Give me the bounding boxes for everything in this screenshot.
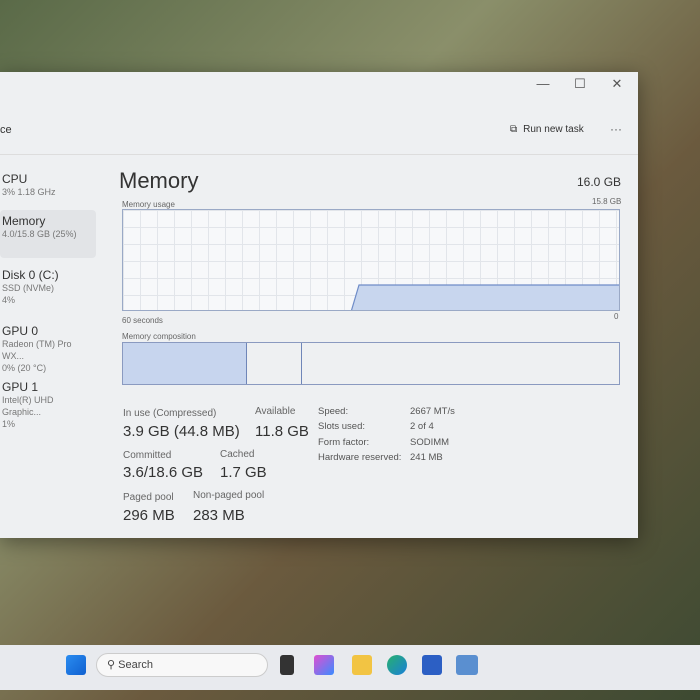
taskbar-search[interactable]: ⚲ Search [96, 653, 268, 677]
label: GPU 0 [2, 324, 39, 338]
label: CPU [2, 172, 28, 186]
paged-label: Paged pool [123, 492, 174, 503]
label: Disk 0 (C:) [2, 268, 59, 282]
time-left: 60 seconds [122, 316, 163, 325]
sub: Intel(R) UHD Graphic... [2, 395, 54, 417]
run-task-icon: ⧉ [510, 124, 518, 135]
sub2: 4% [2, 295, 16, 305]
sub: 3% 1.18 GHz [2, 187, 56, 197]
hw-reserved-value: 241 MB [410, 452, 443, 463]
maximize-button[interactable]: ☐ [565, 76, 595, 92]
in-use-value: 3.9 GB (44.8 MB) [123, 423, 240, 440]
modified-segment [247, 343, 302, 384]
form-factor-label: Form factor: [318, 437, 370, 448]
committed-label: Committed [123, 450, 172, 461]
slots-label: Slots used: [318, 421, 365, 432]
memory-title: Memory [119, 168, 199, 193]
available-label: Available [255, 406, 296, 417]
memory-composition-bar [122, 342, 620, 385]
run-new-task-label: Run new task [523, 124, 584, 135]
slots-value: 2 of 4 [410, 421, 434, 432]
memory-total: 16.0 GB [577, 175, 622, 189]
copilot-icon[interactable] [314, 655, 334, 675]
task-manager-window: — ☐ ✕ ce ⧉ Run new task ··· CPU 3% 1.18 GH… [0, 72, 638, 538]
time-right: 0 [614, 312, 619, 321]
sub2: 0% (20 °C) [2, 363, 47, 373]
memory-usage-graph [122, 209, 620, 311]
sub: Radeon (TM) Pro WX... [2, 339, 72, 361]
in-use-label: In use (Compressed) [123, 408, 217, 419]
divider [0, 154, 638, 155]
page-title: ce [0, 124, 12, 136]
usage-label: Memory usage [122, 200, 175, 209]
committed-value: 3.6/18.6 GB [123, 464, 204, 481]
form-factor-value: SODIMM [410, 437, 450, 448]
sub2: 1% [2, 419, 16, 429]
taskbar: ⚲ Search [0, 645, 700, 690]
sidebar-item-memory[interactable]: Memory 4.0/15.8 GB (25%) [0, 210, 96, 258]
available-value: 11.8 GB [255, 423, 309, 440]
task-view-icon[interactable] [280, 655, 294, 675]
cached-label: Cached [220, 449, 255, 460]
store-icon[interactable] [422, 655, 442, 675]
sub: SSD (NVMe) [2, 283, 55, 293]
in-use-segment [123, 343, 247, 384]
search-icon: ⚲ [107, 659, 119, 671]
usage-max: 15.8 GB [592, 197, 622, 206]
usage-area [350, 284, 619, 310]
speed-value: 2667 MT/s [410, 406, 455, 417]
edge-icon[interactable] [387, 655, 407, 675]
nonpaged-label: Non-paged pool [193, 490, 265, 501]
sidebar-item-disk[interactable]: Disk 0 (C:) SSD (NVMe) 4% [0, 264, 96, 310]
cached-value: 1.7 GB [220, 464, 267, 481]
sub: 4.0/15.8 GB (25%) [2, 229, 77, 239]
speed-label: Speed: [318, 406, 349, 417]
composition-label: Memory composition [122, 332, 196, 341]
sidebar-item-gpu0[interactable]: GPU 0 Radeon (TM) Pro WX... 0% (20 °C) [0, 320, 96, 378]
minimize-button[interactable]: — [528, 76, 558, 91]
hw-reserved-label: Hardware reserved: [318, 452, 402, 463]
task-manager-icon[interactable] [456, 655, 478, 675]
paged-value: 296 MB [123, 507, 175, 524]
sidebar-item-gpu1[interactable]: GPU 1 Intel(R) UHD Graphic... 1% [0, 376, 96, 434]
nonpaged-value: 283 MB [193, 507, 245, 524]
search-label: Search [118, 659, 153, 671]
more-options-button[interactable]: ··· [610, 122, 622, 136]
sidebar-item-cpu[interactable]: CPU 3% 1.18 GHz [0, 168, 96, 202]
label: GPU 1 [2, 380, 39, 394]
run-new-task-button[interactable]: ⧉ Run new task [510, 124, 584, 135]
close-button[interactable]: ✕ [602, 76, 632, 92]
file-explorer-icon[interactable] [352, 655, 372, 675]
label: Memory [2, 214, 46, 228]
standby-segment [302, 343, 619, 384]
start-icon[interactable] [66, 655, 86, 675]
